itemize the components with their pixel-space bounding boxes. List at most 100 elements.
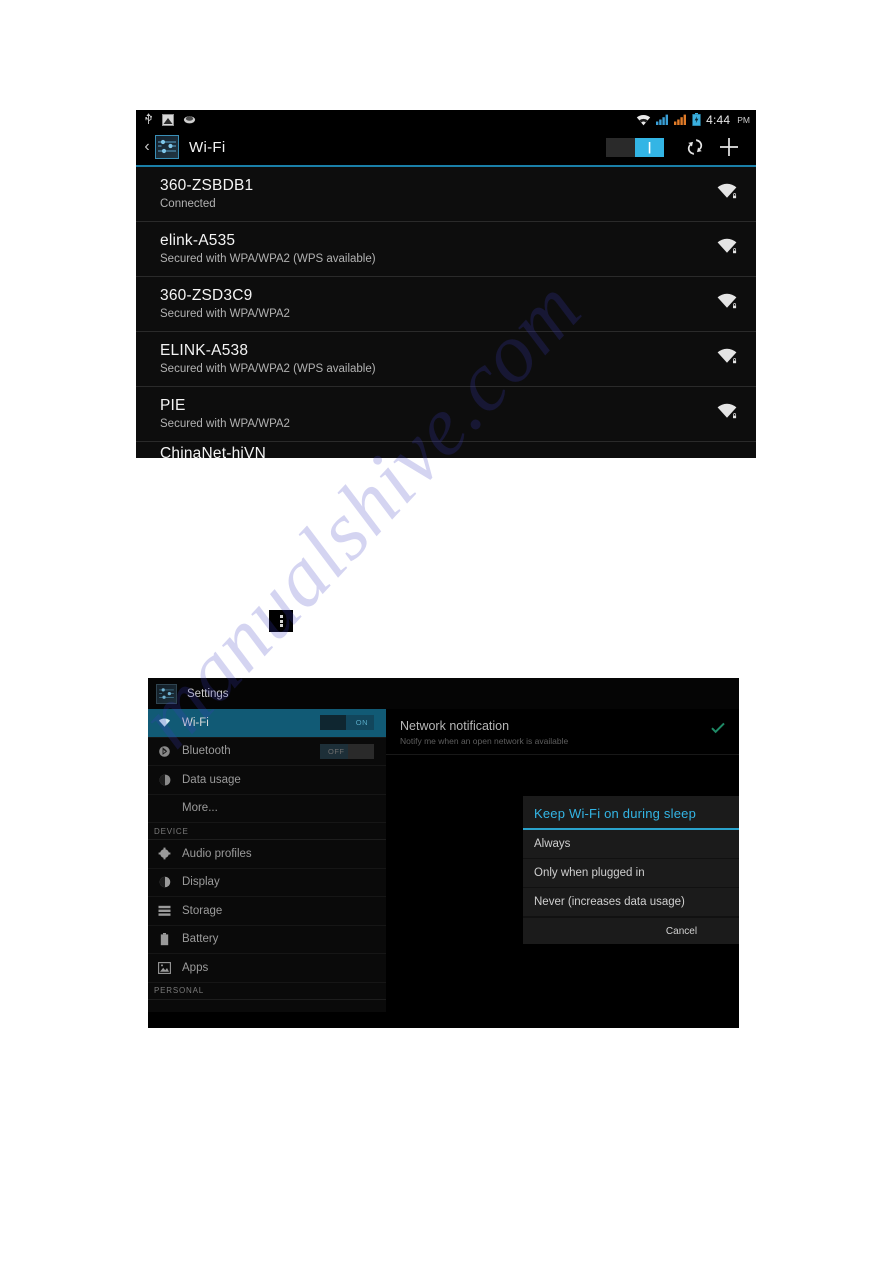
dialog-cancel-button[interactable]: Cancel	[523, 917, 739, 944]
sidebar-item-battery[interactable]: Battery	[148, 926, 386, 954]
keep-wifi-on-dialog: Keep Wi-Fi on during sleep Always Only w…	[523, 796, 739, 944]
status-bar-ampm: PM	[737, 114, 750, 125]
wifi-ssid: ELINK-A538	[160, 341, 249, 359]
sidebar-item-more[interactable]: More...	[148, 795, 386, 823]
dialog-option-label: Only when plugged in	[534, 867, 645, 879]
sidebar-section-personal: PERSONAL	[148, 983, 386, 1000]
network-notification-texts: Network notification Notify me when an o…	[400, 719, 711, 746]
bluetooth-icon	[156, 745, 173, 758]
dialog-title: Keep Wi-Fi on during sleep	[523, 796, 739, 830]
wifi-toggle-on-half: |	[635, 137, 664, 157]
sidebar-item-label: Apps	[182, 961, 209, 974]
overflow-dot	[279, 624, 283, 627]
toggle-track: ON	[320, 715, 374, 731]
wifi-ssid: ChinaNet-hiVN	[160, 445, 266, 458]
overflow-dot	[279, 619, 283, 623]
status-bar-clock: 4:44	[706, 112, 731, 127]
wifi-network-texts: ChinaNet-hiVN	[160, 444, 738, 458]
toggle-label: ON	[355, 718, 368, 728]
settings-window-title: Settings	[187, 687, 229, 700]
wifi-ssid: 360-ZSBDB1	[160, 176, 254, 194]
toggle-track: OFF	[320, 743, 374, 759]
wifi-network-row-partial[interactable]: ChinaNet-hiVN	[136, 442, 756, 458]
sidebar-item-display[interactable]: Display	[148, 869, 386, 897]
overflow-menu-icon[interactable]	[269, 610, 293, 632]
wifi-secured-icon	[712, 348, 738, 370]
sidebar-item-label: Storage	[182, 904, 223, 917]
wifi-network-row[interactable]: PIE Secured with WPA/WPA2	[136, 387, 756, 442]
sidebar-item-label: Bluetooth	[182, 745, 231, 758]
sidebar-item-label: Audio profiles	[182, 847, 252, 860]
settings-dialog-screenshot: Settings Wi-Fi ON Bluetooth OFF Data usa…	[148, 678, 739, 1028]
data-usage-icon	[156, 774, 173, 786]
wifi-network-texts: ELINK-A538 Secured with WPA/WPA2 (WPS av…	[160, 341, 712, 377]
sidebar-item-label: Data usage	[182, 773, 241, 786]
sidebar-item-storage[interactable]: Storage	[148, 897, 386, 926]
overflow-dot	[279, 615, 283, 618]
sidebar-section-label: PERSONAL	[154, 986, 204, 995]
wifi-toggle-switch[interactable]: |	[606, 137, 664, 157]
usb-icon	[144, 113, 153, 126]
sidebar-item-wifi[interactable]: Wi-Fi ON	[148, 709, 386, 738]
wifi-secured-icon	[712, 403, 738, 425]
network-notification-title: Network notification	[400, 719, 510, 733]
display-icon	[156, 876, 173, 888]
wifi-network-texts: PIE Secured with WPA/WPA2	[160, 396, 712, 432]
wifi-network-row[interactable]: elink-A535 Secured with WPA/WPA2 (WPS av…	[136, 222, 756, 277]
sidebar-item-label: Wi-Fi	[182, 716, 209, 729]
wifi-ssid: elink-A535	[160, 231, 236, 249]
network-notification-subtitle: Notify me when an open network is availa…	[400, 736, 569, 746]
wifi-network-row[interactable]: 360-ZSBDB1 Connected	[136, 167, 756, 222]
wifi-network-texts: 360-ZSD3C9 Secured with WPA/WPA2	[160, 286, 712, 322]
network-notification-row[interactable]: Network notification Notify me when an o…	[386, 709, 739, 755]
wifi-icon	[156, 718, 173, 728]
page-title: Wi-Fi	[189, 138, 226, 156]
screenshot-icon	[162, 113, 174, 126]
back-chevron-icon[interactable]: ‹	[140, 139, 154, 155]
audio-profiles-icon	[156, 847, 173, 860]
toggle-knob	[348, 743, 374, 759]
sidebar-item-bluetooth[interactable]: Bluetooth OFF	[148, 738, 386, 766]
wifi-secured-icon	[712, 293, 738, 315]
wifi-secured-icon	[712, 238, 738, 260]
wifi-network-row[interactable]: ELINK-A538 Secured with WPA/WPA2 (WPS av…	[136, 332, 756, 387]
dialog-option-never[interactable]: Never (increases data usage)	[523, 888, 739, 917]
wifi-network-row[interactable]: 360-ZSD3C9 Secured with WPA/WPA2	[136, 277, 756, 332]
wifi-status: Secured with WPA/WPA2 (WPS available)	[160, 253, 376, 266]
wifi-status: Connected	[160, 198, 216, 211]
download-icon	[183, 114, 196, 125]
dialog-option-always[interactable]: Always	[523, 830, 739, 859]
settings-window-title-bar: Settings	[148, 678, 739, 709]
sidebar-item-label: Battery	[182, 933, 219, 946]
sidebar-item-label: More...	[182, 802, 218, 815]
sidebar-item-audio-profiles[interactable]: Audio profiles	[148, 840, 386, 869]
status-bar-left-icons	[144, 113, 196, 126]
wifi-status: Secured with WPA/WPA2 (WPS available)	[160, 363, 376, 376]
wifi-ssid: PIE	[160, 396, 186, 414]
sidebar-item-data-usage[interactable]: Data usage	[148, 766, 386, 795]
storage-icon	[156, 905, 173, 917]
toggle-knob	[320, 715, 346, 731]
wifi-toggle-off-half	[606, 138, 635, 157]
wifi-network-list[interactable]: 360-ZSBDB1 Connected elink-A535 Secured …	[136, 167, 756, 458]
wifi-sidebar-toggle[interactable]: ON	[320, 715, 374, 731]
add-network-icon[interactable]	[712, 135, 746, 159]
bluetooth-sidebar-toggle[interactable]: OFF	[320, 743, 374, 759]
sidebar-item-apps[interactable]: Apps	[148, 954, 386, 983]
wifi-signal-icon	[636, 114, 651, 126]
wifi-settings-screenshot: 4:44 PM ‹ Wi-Fi | 360-ZSBDB1 Connected e…	[136, 110, 756, 458]
dialog-option-only-when-plugged-in[interactable]: Only when plugged in	[523, 859, 739, 888]
dialog-option-label: Never (increases data usage)	[534, 896, 685, 908]
toggle-label: OFF	[328, 746, 345, 756]
scan-refresh-icon[interactable]	[678, 136, 712, 158]
apps-icon	[156, 961, 173, 974]
dialog-option-label: Always	[534, 838, 571, 850]
cellular-signal-1-icon	[656, 114, 669, 125]
action-bar: ‹ Wi-Fi |	[136, 129, 756, 167]
dialog-cancel-label: Cancel	[665, 925, 698, 937]
sidebar-section-label: DEVICE	[154, 826, 189, 836]
cellular-signal-2-icon	[674, 114, 687, 125]
settings-icon	[156, 683, 177, 704]
checkmark-icon[interactable]	[711, 719, 725, 737]
settings-sidebar[interactable]: Wi-Fi ON Bluetooth OFF Data usage More..…	[148, 709, 386, 1012]
